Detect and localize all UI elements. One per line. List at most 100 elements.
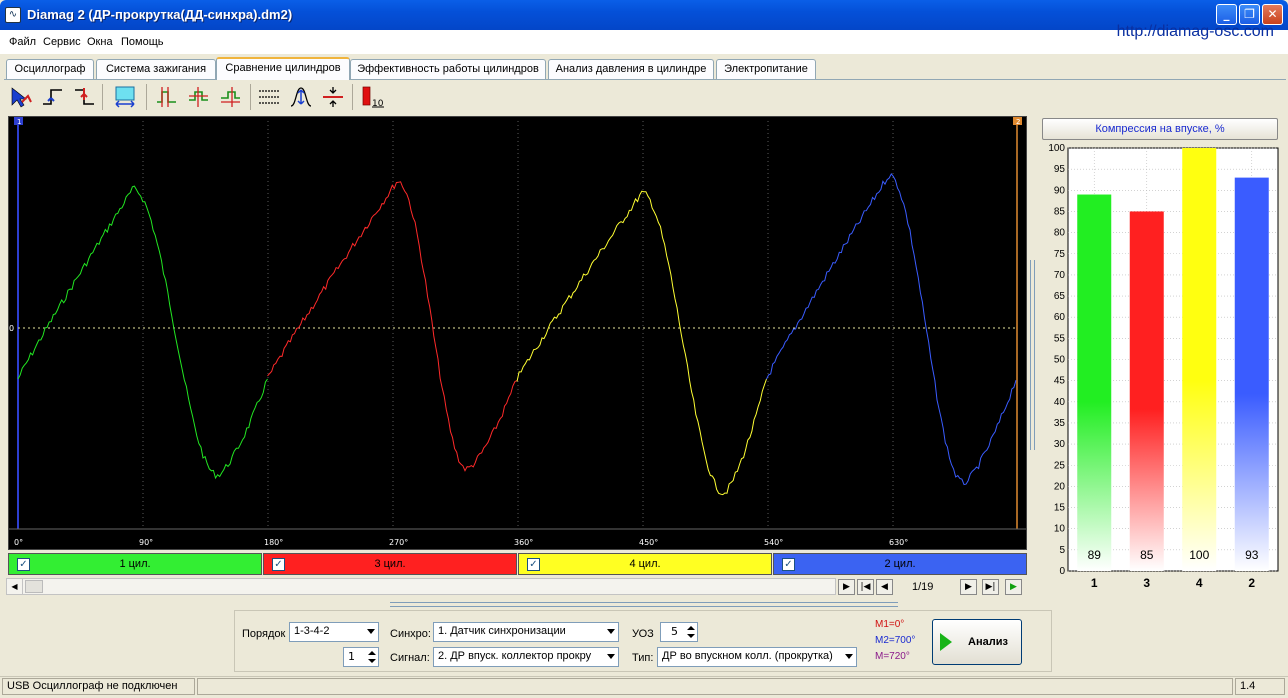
cylinder-1-toggle[interactable]: ✓ 1 цил.: [8, 553, 262, 575]
scroll-thumb[interactable]: [25, 580, 43, 593]
chart-y-tick: 95: [1054, 164, 1066, 175]
chevron-down-icon: [607, 654, 615, 659]
offset-icon[interactable]: [320, 84, 346, 110]
order-select[interactable]: 1-3-4-2: [289, 622, 379, 642]
tab-power-supply[interactable]: Электропитание: [716, 59, 816, 79]
chart-value-label: 85: [1140, 548, 1154, 562]
marker-3-icon[interactable]: [218, 84, 244, 110]
cylinder-1-checkbox[interactable]: ✓: [17, 558, 30, 571]
cylinder-4-toggle[interactable]: ✓ 4 цил.: [518, 553, 772, 575]
play-icon: [940, 633, 952, 651]
uoz-value: 5: [671, 625, 678, 638]
chart-y-tick: 40: [1054, 397, 1066, 408]
restore-button[interactable]: ❐: [1239, 4, 1260, 25]
cylinder-2-toggle[interactable]: ✓ 2 цил.: [773, 553, 1027, 575]
chart-y-tick: 20: [1054, 481, 1066, 492]
nav-next-icon[interactable]: ▶: [960, 579, 977, 595]
oscilloscope-plot[interactable]: 1 2 0° 90° 180° 270° 360° 450° 540° 630° 0: [9, 117, 1026, 549]
chart-y-tick: 60: [1054, 312, 1066, 323]
chart-category-label: 1: [1091, 576, 1098, 590]
scope-x-tick: 180°: [264, 538, 283, 547]
tab-ignition[interactable]: Система зажигания: [96, 59, 216, 79]
chart-y-tick: 25: [1054, 460, 1066, 471]
page-indicator: 1/19: [912, 581, 934, 593]
uoz-label: УОЗ: [632, 628, 654, 640]
cylinder-3-label: 3 цил.: [374, 558, 406, 570]
tab-pressure-analysis[interactable]: Анализ давления в цилиндре: [548, 59, 714, 79]
nav-right-small-icon[interactable]: ▶: [838, 579, 855, 595]
cylinder-2-checkbox[interactable]: ✓: [782, 558, 795, 571]
type-select[interactable]: ДР во впускном колл. (прокрутка): [657, 647, 857, 667]
grid-lines-icon[interactable]: [256, 84, 282, 110]
chart-category-label: 2: [1248, 576, 1255, 590]
spin-up-icon[interactable]: [368, 651, 376, 655]
title-bar: ∿ Diamag 2 (ДР-прокрутка(ДД-синхра).dm2)…: [0, 0, 1288, 30]
compression-chart-panel: Компрессия на впуске, % 0 5 10 15 20 25 30 35 40…: [1040, 116, 1284, 600]
marker-1-icon[interactable]: [154, 84, 180, 110]
menu-help[interactable]: Помощь: [121, 36, 164, 48]
analyze-button[interactable]: Анализ: [932, 619, 1022, 665]
website-link[interactable]: http://diamag-osc.com: [1117, 23, 1274, 41]
cylinder-3-checkbox[interactable]: ✓: [272, 558, 285, 571]
chart-y-tick: 55: [1054, 333, 1066, 344]
cylinder-4-checkbox[interactable]: ✓: [527, 558, 540, 571]
tab-oscilloscope[interactable]: Осциллограф: [6, 59, 94, 79]
horizontal-scrollbar[interactable]: ◀: [6, 578, 836, 595]
nav-first-icon[interactable]: |◀: [857, 579, 874, 595]
spin-down-icon[interactable]: [687, 634, 695, 638]
order-spinner[interactable]: 1: [343, 647, 379, 667]
tab-cylinder-compare[interactable]: Сравнение цилиндров: [216, 57, 350, 80]
menu-bar: Файл Сервис Окна Помощь: [0, 30, 1288, 54]
menu-service[interactable]: Сервис: [43, 36, 81, 48]
nav-play-icon[interactable]: ▶: [1005, 579, 1022, 595]
menu-file[interactable]: Файл: [9, 36, 36, 48]
bar-10-icon[interactable]: 10: [360, 84, 386, 110]
marker-2-label: 2: [1016, 118, 1020, 126]
marker-m1-readout: M1=0°: [875, 619, 905, 630]
spin-down-icon[interactable]: [368, 659, 376, 663]
version-status: 1.4: [1235, 678, 1285, 695]
chart-y-tick: 100: [1048, 143, 1065, 154]
signal-select[interactable]: 2. ДР впуск. коллектор прокру: [433, 647, 619, 667]
toolbar-separator: [250, 84, 251, 110]
marker-2-icon[interactable]: [186, 84, 212, 110]
nav-prev-icon[interactable]: ◀: [876, 579, 893, 595]
menu-windows[interactable]: Окна: [87, 36, 113, 48]
close-button[interactable]: ✕: [1262, 4, 1283, 25]
order-spin-value: 1: [348, 650, 355, 663]
cylinder-3-toggle[interactable]: ✓ 3 цил.: [263, 553, 517, 575]
uoz-spinner[interactable]: 5: [660, 622, 698, 642]
sync-select[interactable]: 1. Датчик синхронизации: [433, 622, 619, 642]
chevron-down-icon: [845, 654, 853, 659]
scope-x-tick: 0°: [14, 538, 23, 547]
scope-x-tick: 540°: [764, 538, 783, 547]
vertical-splitter[interactable]: [1030, 260, 1035, 450]
panel-splitter[interactable]: [390, 602, 898, 607]
minimize-button[interactable]: _: [1216, 4, 1237, 25]
chart-y-tick: 75: [1054, 249, 1066, 260]
marker-span-readout: M=720°: [875, 651, 910, 662]
stretch-icon[interactable]: [112, 84, 138, 110]
scope-x-tick: 90°: [139, 538, 153, 547]
scroll-left-icon[interactable]: ◀: [7, 579, 23, 594]
chart-y-tick: 80: [1054, 228, 1066, 239]
vertical-scale-icon[interactable]: [288, 84, 314, 110]
tab-cylinder-efficiency[interactable]: Эффективность работы цилиндров: [350, 59, 546, 79]
chart-y-tick: 10: [1054, 524, 1066, 535]
chart-y-tick: 65: [1054, 291, 1066, 302]
cursor-select-icon[interactable]: [8, 84, 34, 110]
toolbar-separator: [352, 84, 353, 110]
type-label: Тип:: [632, 652, 654, 664]
nav-last-icon[interactable]: ▶|: [982, 579, 999, 595]
falling-edge-icon[interactable]: [72, 84, 98, 110]
rising-edge-icon[interactable]: [40, 84, 66, 110]
tab-panel-border: [4, 79, 1286, 80]
oscilloscope-view[interactable]: 1 2 0° 90° 180° 270° 360° 450° 540° 630° 0: [8, 116, 1027, 550]
app-icon: ∿: [5, 7, 21, 23]
scope-background: [9, 117, 1026, 549]
scope-x-tick: 360°: [514, 538, 533, 547]
chart-y-tick: 15: [1054, 503, 1066, 514]
cylinder-4-label: 4 цил.: [629, 558, 661, 570]
cylinder-2-label: 2 цил.: [884, 558, 916, 570]
spin-up-icon[interactable]: [687, 626, 695, 630]
